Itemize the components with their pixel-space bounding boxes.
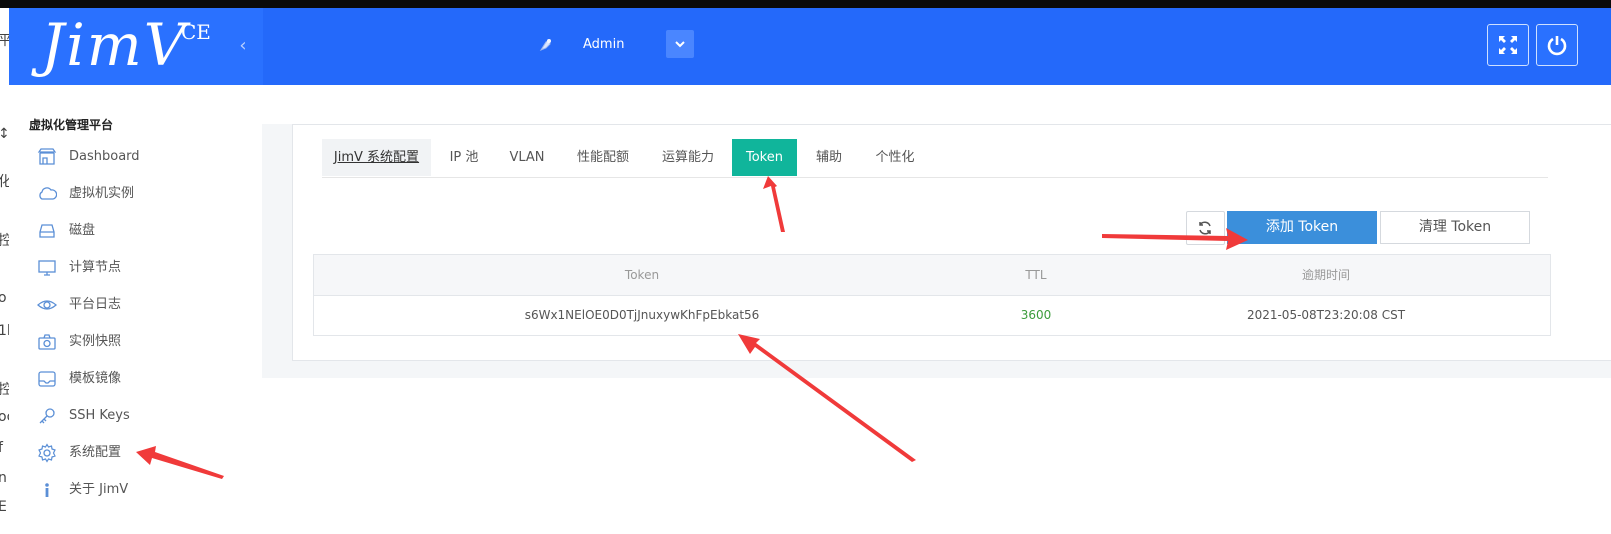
sidebar-item-label: 实例快照: [69, 334, 122, 349]
edge-text: n: [0, 470, 7, 486]
sidebar-item-compute-nodes[interactable]: 计算节点: [37, 256, 257, 280]
sidebar-item-disks[interactable]: 磁盘: [37, 219, 257, 243]
sidebar-item-dashboard[interactable]: Dashboard: [37, 145, 257, 169]
logo-suffix: CE: [181, 20, 211, 44]
ttl-value: 3600: [1020, 308, 1052, 322]
power-icon: [1547, 36, 1567, 56]
tab-system-config[interactable]: JimV 系统配置: [322, 139, 431, 176]
monitor-icon: [37, 258, 57, 278]
tab-compute[interactable]: 运算能力: [652, 139, 724, 176]
window-top-border: [0, 0, 1611, 8]
edge-text: 控: [0, 233, 9, 249]
column-header-ttl[interactable]: TTL: [970, 255, 1102, 295]
sidebar-item-logs[interactable]: 平台日志: [37, 293, 257, 317]
sidebar-item-label: SSH Keys: [69, 408, 130, 423]
sidebar-item-label: 虚拟机实例: [69, 186, 135, 201]
sidebar-item-templates[interactable]: 模板镜像: [37, 367, 257, 391]
clear-token-button[interactable]: 清理 Token: [1380, 211, 1530, 244]
sidebar-item-label: 模板镜像: [69, 371, 122, 386]
gear-icon: [37, 443, 57, 463]
sidebar-item-ssh-keys[interactable]: SSH Keys: [37, 404, 257, 428]
sidebar: 虚拟化管理平台 Dashboard 虚拟机实例 磁盘 计算节点 平台日志 实例快: [9, 85, 262, 534]
table-header: Token TTL 逾期时间: [314, 255, 1550, 296]
tab-token[interactable]: Token: [732, 139, 797, 176]
tab-quota[interactable]: 性能配额: [567, 139, 639, 176]
edge-text: o: [0, 290, 7, 306]
column-header-token[interactable]: Token: [314, 255, 970, 295]
edge-text: f: [0, 440, 3, 456]
sidebar-item-label: 磁盘: [69, 223, 96, 238]
fullscreen-icon: [1499, 36, 1517, 54]
edge-text: ↕: [0, 126, 9, 142]
top-header: JimV CE ‹ Admin: [9, 8, 1611, 85]
edge-text: 1l: [0, 323, 9, 339]
edge-text: E: [0, 499, 7, 515]
store-icon: [37, 147, 57, 167]
sidebar-item-about[interactable]: 关于 JimV: [37, 478, 257, 502]
expire-value: 2021-05-08T23:20:08 CST: [1246, 308, 1406, 322]
sidebar-item-instances[interactable]: 虚拟机实例: [37, 182, 257, 206]
sidebar-item-system-config[interactable]: 系统配置: [37, 441, 257, 465]
tab-ip-pool[interactable]: IP 池: [437, 139, 491, 176]
user-menu-dropdown[interactable]: [666, 30, 694, 58]
image-icon: [37, 369, 57, 389]
chevron-down-icon: [675, 41, 685, 48]
info-icon: [37, 480, 57, 500]
token-table: Token TTL 逾期时间 s6Wx1NElOE0D0TjJnuxywKhFp…: [313, 254, 1551, 336]
eye-icon: [37, 295, 57, 315]
sidebar-item-label: 关于 JimV: [69, 482, 129, 497]
logout-button[interactable]: [1536, 24, 1578, 66]
logo-text: JimV: [41, 11, 188, 79]
add-token-button[interactable]: 添加 Token: [1227, 211, 1377, 244]
background-window-edge: 平 ↕ 化 控 o 1l 控 oc f n E: [0, 8, 9, 534]
sidebar-item-label: 平台日志: [69, 297, 122, 312]
cloud-icon: [37, 184, 58, 204]
refresh-button[interactable]: [1186, 211, 1225, 245]
disk-icon: [37, 221, 57, 241]
user-name[interactable]: Admin: [583, 36, 624, 54]
user-avatar-icon: [537, 36, 555, 54]
sidebar-item-snapshots[interactable]: 实例快照: [37, 330, 257, 354]
camera-icon: [37, 332, 57, 352]
edge-text: 平: [0, 33, 9, 49]
sidebar-item-label: Dashboard: [69, 149, 140, 164]
edge-text: 化: [0, 174, 9, 190]
config-tabs: JimV 系统配置 IP 池 VLAN 性能配额 运算能力 Token 辅助 个…: [322, 139, 1548, 178]
sidebar-item-label: 计算节点: [69, 260, 122, 275]
fullscreen-button[interactable]: [1487, 24, 1529, 66]
column-header-expire[interactable]: 逾期时间: [1102, 255, 1550, 295]
header-right: Admin: [263, 8, 1611, 85]
collapse-icon[interactable]: ‹: [235, 36, 251, 56]
edge-text: 控: [0, 382, 9, 398]
tab-auxiliary[interactable]: 辅助: [806, 139, 852, 176]
tab-vlan[interactable]: VLAN: [500, 139, 554, 176]
logo-area: JimV CE ‹: [9, 8, 263, 85]
token-value: s6Wx1NElOE0D0TjJnuxywKhFpEbkat56: [524, 308, 760, 322]
key-icon: [37, 406, 57, 426]
sidebar-title: 虚拟化管理平台: [29, 118, 114, 132]
edge-text: oc: [0, 409, 9, 425]
tab-personalization[interactable]: 个性化: [867, 139, 923, 176]
sidebar-item-label: 系统配置: [69, 445, 122, 460]
refresh-icon: [1199, 221, 1211, 235]
